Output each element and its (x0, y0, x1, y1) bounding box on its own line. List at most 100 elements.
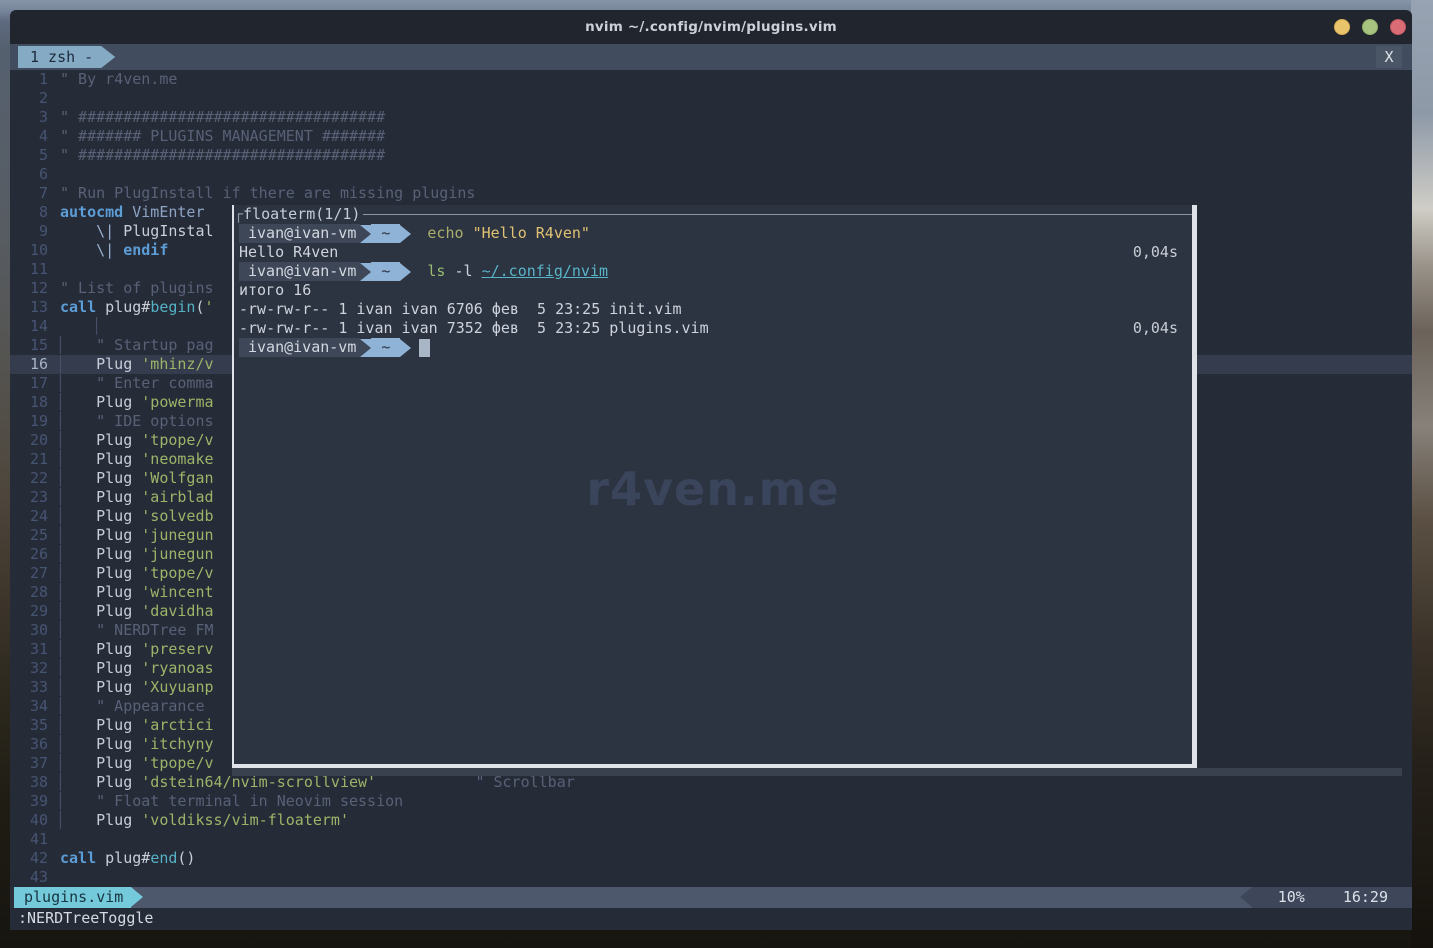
statusline-time: 16:29 (1343, 887, 1388, 908)
line-number: 5 (10, 146, 48, 165)
line-number: 6 (10, 165, 48, 184)
line-number: 20 (10, 431, 48, 450)
tab-zsh[interactable]: 1 zsh - (18, 46, 115, 68)
code-line[interactable]: 43 (10, 868, 1412, 887)
status-line: plugins.vim 10% 16:29 (10, 887, 1412, 908)
command-duration: 0,04s (1133, 243, 1178, 262)
powerline-arrow-icon (360, 225, 371, 243)
line-number: 40 (10, 811, 48, 830)
command-duration: 0,04s (1133, 319, 1178, 338)
floaterm-border-corner: ┌ (234, 205, 243, 224)
minimize-button[interactable] (1334, 19, 1350, 35)
floaterm-window: ┌ floaterm(1/1) ivan@ivan-vm~echo "Hello… (232, 205, 1197, 768)
terminal-window: nvim ~/.config/nvim/plugins.vim 1 zsh - … (10, 10, 1412, 930)
floaterm-border-line (363, 214, 1192, 215)
line-number: 21 (10, 450, 48, 469)
tab-bar: 1 zsh - X (10, 44, 1412, 70)
line-number: 3 (10, 108, 48, 127)
line-number: 1 (10, 70, 48, 89)
powerline-arrow-icon (360, 263, 371, 281)
terminal-output-row: итого 16 (234, 281, 1192, 300)
line-number: 42 (10, 849, 48, 868)
title-bar: nvim ~/.config/nvim/plugins.vim (10, 10, 1412, 44)
prompt-dir: ~ (371, 224, 400, 243)
close-button[interactable] (1390, 19, 1406, 35)
line-number: 23 (10, 488, 48, 507)
line-number: 15 (10, 336, 48, 355)
code-line[interactable]: 41 (10, 830, 1412, 849)
code-line[interactable]: 2 (10, 89, 1412, 108)
line-number: 18 (10, 393, 48, 412)
prompt-user: ivan@ivan-vm (239, 338, 360, 357)
line-number: 36 (10, 735, 48, 754)
line-number: 16 (10, 355, 48, 374)
code-line[interactable]: 40▏ Plug 'voldikss/vim-floaterm' (10, 811, 1412, 830)
powerline-arrow-icon (360, 339, 371, 357)
vim-command-line[interactable]: :NERDTreeToggle (10, 908, 1412, 930)
vim-editor[interactable]: 1" By r4ven.me23" ######################… (10, 70, 1412, 887)
terminal-prompt-row[interactable]: ivan@ivan-vm~ls -l ~/.config/nvim (234, 262, 1192, 281)
floaterm-body[interactable]: ivan@ivan-vm~echo "Hello R4ven"Hello R4v… (234, 224, 1192, 764)
line-number: 38 (10, 773, 48, 792)
line-number: 39 (10, 792, 48, 811)
statusline-left-arrow-icon (1240, 887, 1252, 907)
line-number: 12 (10, 279, 48, 298)
terminal-rows: ivan@ivan-vm~echo "Hello R4ven"Hello R4v… (234, 224, 1192, 357)
line-number: 11 (10, 260, 48, 279)
line-number: 35 (10, 716, 48, 735)
code-line[interactable]: 4" ####### PLUGINS MANAGEMENT ####### (10, 127, 1412, 146)
terminal-cursor (419, 339, 430, 357)
line-number: 10 (10, 241, 48, 260)
line-number: 26 (10, 545, 48, 564)
prompt-user: ivan@ivan-vm (239, 224, 360, 243)
line-number: 4 (10, 127, 48, 146)
terminal-prompt-row[interactable]: ivan@ivan-vm ~ (234, 338, 1192, 357)
prompt-user: ivan@ivan-vm (239, 262, 360, 281)
statusline-filename: plugins.vim (14, 887, 131, 908)
line-number: 14 (10, 317, 48, 336)
line-number: 37 (10, 754, 48, 773)
line-number: 27 (10, 564, 48, 583)
tab-close-button[interactable]: X (1376, 46, 1402, 68)
line-number: 7 (10, 184, 48, 203)
statusline-percent: 10% (1278, 887, 1305, 908)
line-number: 31 (10, 640, 48, 659)
code-line[interactable]: 5" ################################## (10, 146, 1412, 165)
line-number: 33 (10, 678, 48, 697)
terminal-output-row: Hello R4ven0,04s (234, 243, 1192, 262)
window-title: nvim ~/.config/nvim/plugins.vim (585, 19, 837, 35)
maximize-button[interactable] (1362, 19, 1378, 35)
line-number: 34 (10, 697, 48, 716)
line-number: 30 (10, 621, 48, 640)
watermark: r4ven.me (234, 462, 1192, 516)
line-number: 9 (10, 222, 48, 241)
floaterm-shadow (232, 768, 1402, 776)
code-line[interactable]: 7" Run PlugInstall if there are missing … (10, 184, 1412, 203)
line-number: 28 (10, 583, 48, 602)
line-number: 24 (10, 507, 48, 526)
line-number: 2 (10, 89, 48, 108)
prompt-dir: ~ (371, 262, 400, 281)
line-number: 29 (10, 602, 48, 621)
statusline-arrow-icon (131, 887, 143, 907)
terminal-output-row: -rw-rw-r-- 1 ivan ivan 6706 фев 5 23:25 … (234, 300, 1192, 319)
powerline-arrow-icon (400, 225, 411, 243)
code-line[interactable]: 42call plug#end() (10, 849, 1412, 868)
terminal-output-row: -rw-rw-r-- 1 ivan ivan 7352 фев 5 23:25 … (234, 319, 1192, 338)
line-number: 19 (10, 412, 48, 431)
code-line[interactable]: 6 (10, 165, 1412, 184)
powerline-arrow-icon (400, 339, 411, 357)
line-number: 22 (10, 469, 48, 488)
code-line[interactable]: 39▏ " Float terminal in Neovim session (10, 792, 1412, 811)
floaterm-title: floaterm(1/1) (243, 205, 360, 224)
code-line[interactable]: 1" By r4ven.me (10, 70, 1412, 89)
prompt-dir: ~ (371, 338, 400, 357)
code-line[interactable]: 3" ################################## (10, 108, 1412, 127)
terminal-prompt-row[interactable]: ivan@ivan-vm~echo "Hello R4ven" (234, 224, 1192, 243)
line-number: 41 (10, 830, 48, 849)
floaterm-title-row: ┌ floaterm(1/1) (234, 205, 1192, 224)
powerline-arrow-icon (400, 263, 411, 281)
line-number: 25 (10, 526, 48, 545)
line-number: 17 (10, 374, 48, 393)
line-number: 32 (10, 659, 48, 678)
